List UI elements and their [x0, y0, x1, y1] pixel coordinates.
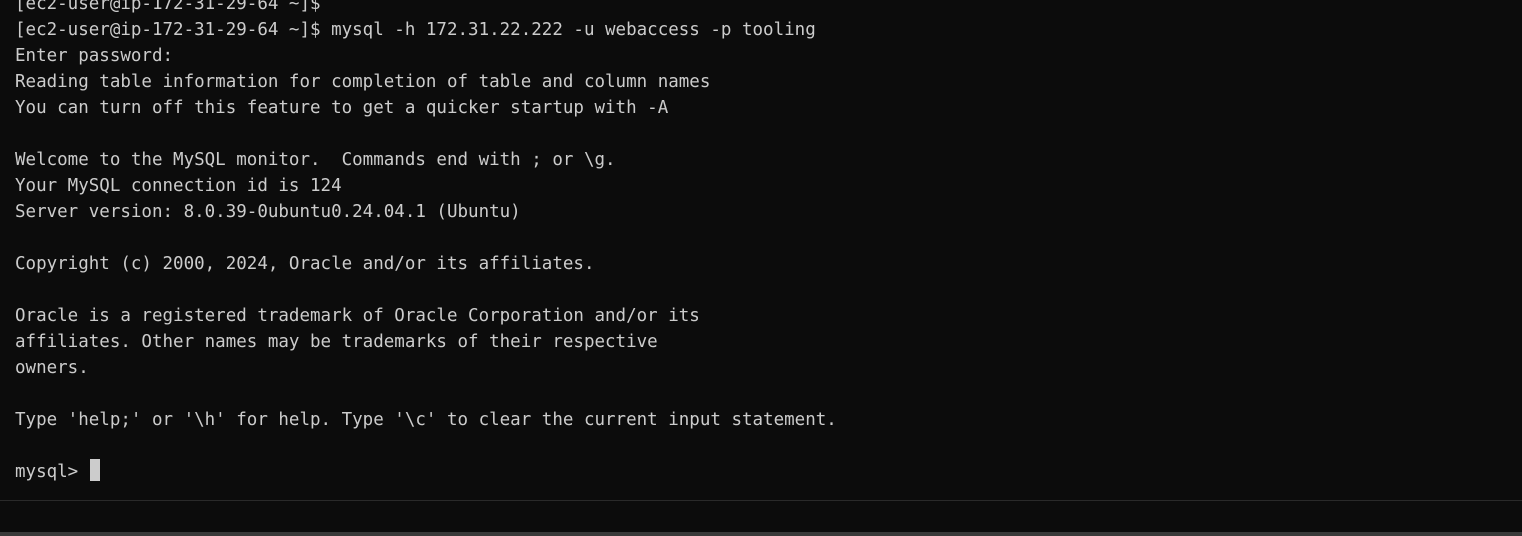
terminal-output: [ec2-user@ip-172-31-29-64 ~]$ [ec2-user@…: [15, 0, 1512, 485]
mysql-prompt-line[interactable]: mysql>: [15, 459, 1512, 485]
terminal-line: owners.: [15, 358, 89, 378]
panel-divider: [0, 500, 1522, 501]
terminal-line: Welcome to the MySQL monitor. Commands e…: [15, 150, 616, 170]
terminal-line: [ec2-user@ip-172-31-29-64 ~]$: [15, 0, 321, 14]
terminal-line: affiliates. Other names may be trademark…: [15, 332, 658, 352]
text-cursor: [89, 459, 100, 481]
terminal-line: Reading table information for completion…: [15, 72, 711, 92]
terminal-line: Type 'help;' or '\h' for help. Type '\c'…: [15, 410, 837, 430]
terminal-line: Server version: 8.0.39-0ubuntu0.24.04.1 …: [15, 202, 521, 222]
terminal-window[interactable]: [ec2-user@ip-172-31-29-64 ~]$ [ec2-user@…: [0, 0, 1522, 536]
terminal-line: Oracle is a registered trademark of Orac…: [15, 306, 700, 326]
terminal-line: [ec2-user@ip-172-31-29-64 ~]$ mysql -h 1…: [15, 20, 816, 40]
terminal-line: Your MySQL connection id is 124: [15, 176, 342, 196]
terminal-line: Enter password:: [15, 46, 174, 66]
terminal-line: Copyright (c) 2000, 2024, Oracle and/or …: [15, 254, 595, 274]
terminal-line: You can turn off this feature to get a q…: [15, 98, 669, 118]
bottom-border: [0, 532, 1522, 536]
mysql-prompt: mysql>: [15, 462, 89, 482]
